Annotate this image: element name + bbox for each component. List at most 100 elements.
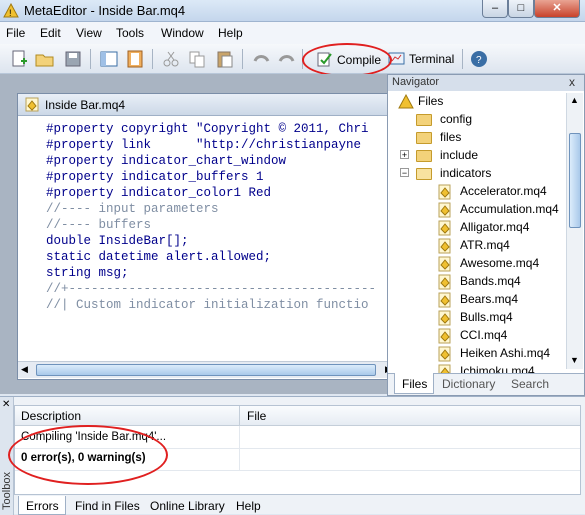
tree-folder-label: include — [440, 148, 479, 162]
help-icon[interactable]: ? — [468, 49, 490, 69]
tree-file-label: Bands.mq4 — [460, 274, 521, 288]
table-header: Description File — [15, 406, 580, 426]
editor-title-bar: Inside Bar.mq4 — [18, 94, 399, 116]
maximize-button[interactable]: □ — [508, 0, 534, 18]
tree-file-label: Accumulation.mq4 — [460, 202, 559, 216]
vertical-scroll-thumb[interactable] — [569, 133, 581, 228]
tree-file-label: Bulls.mq4 — [460, 310, 513, 324]
scroll-down-icon[interactable]: ▼ — [570, 355, 579, 365]
tree-file-label: Accelerator.mq4 — [460, 184, 547, 198]
menu-bar: File Edit View Tools Window Help — [0, 22, 585, 44]
mq4-file-icon — [25, 97, 39, 112]
svg-text:!: ! — [9, 8, 12, 18]
tree-file-label: Awesome.mq4 — [460, 256, 540, 270]
mq4-file-icon — [438, 292, 451, 308]
tree-folder-label: indicators — [440, 166, 492, 180]
code-line: #property indicator_color1 Red — [46, 186, 272, 200]
code-line: #property indicator_chart_window — [46, 154, 287, 168]
code-line: #property copyright "Copyright © 2011, C… — [46, 122, 369, 136]
cut-icon[interactable] — [160, 49, 182, 69]
code-line: string msg; — [46, 266, 129, 280]
minimize-button[interactable]: – — [482, 0, 508, 18]
navigator-panel: Navigator x Files config files + include… — [387, 74, 585, 396]
paste-icon[interactable] — [214, 49, 236, 69]
tree-folder-label: files — [440, 130, 462, 144]
open-folder-icon — [416, 168, 432, 180]
toolbar-separator — [152, 49, 153, 69]
tree-file-label: Heiken Ashi.mq4 — [460, 346, 551, 360]
undo-icon[interactable] — [250, 49, 272, 69]
tab-find-in-files[interactable]: Find in Files — [75, 499, 140, 513]
tree-file-label: Bears.mq4 — [460, 292, 519, 306]
tree-file-label: ATR.mq4 — [460, 238, 510, 252]
toolbox-toggle-icon[interactable] — [124, 49, 146, 69]
code-line: //---- input parameters — [46, 202, 219, 216]
tab-files[interactable]: Files — [402, 377, 427, 391]
toolbar-separator — [242, 49, 243, 69]
window-title: MetaEditor - Inside Bar.mq4 — [24, 3, 186, 18]
terminal-label[interactable]: Terminal — [409, 52, 454, 66]
expand-icon[interactable]: + — [400, 150, 409, 160]
copy-icon[interactable] — [186, 49, 208, 69]
compile-highlight-annotation — [302, 43, 392, 77]
mq4-file-icon — [438, 202, 451, 218]
menu-view[interactable]: View — [76, 26, 102, 40]
tab-search[interactable]: Search — [511, 377, 549, 391]
scroll-left-icon[interactable]: ◀ — [21, 364, 28, 375]
folder-icon — [416, 150, 432, 162]
column-description[interactable]: Description — [21, 409, 81, 423]
navigator-tabs: Files Dictionary Search — [388, 373, 584, 395]
menu-edit[interactable]: Edit — [40, 26, 61, 40]
close-button[interactable]: ✕ — [534, 0, 580, 18]
folder-icon — [416, 114, 432, 126]
tree-file-label: Alligator.mq4 — [460, 220, 530, 234]
mq4-file-icon — [438, 328, 451, 344]
code-line: //| Custom indicator initialization func… — [46, 298, 369, 312]
vertical-scrollbar[interactable]: ▲ ▼ — [566, 93, 583, 369]
toolbox-label: Toolbox — [0, 472, 13, 510]
svg-text:?: ? — [476, 55, 482, 66]
navigator-toggle-icon[interactable] — [98, 49, 120, 69]
scroll-up-icon[interactable]: ▲ — [570, 95, 579, 105]
code-line: static datetime alert.allowed; — [46, 250, 272, 264]
folder-icon — [416, 132, 432, 144]
tree-root-label: Files — [418, 94, 444, 108]
menu-file[interactable]: File — [6, 26, 25, 40]
code-line: //---- buffers — [46, 218, 152, 232]
redo-icon[interactable] — [276, 49, 298, 69]
tab-online-library[interactable]: Online Library — [150, 499, 225, 513]
code-editor[interactable]: #property copyright "Copyright © 2011, C… — [46, 121, 396, 353]
metaeditor-app-icon: ! — [3, 3, 19, 18]
horizontal-scrollbar[interactable]: ◀ ▶ — [18, 361, 399, 378]
editor-tab-title[interactable]: Inside Bar.mq4 — [45, 98, 125, 112]
menu-help[interactable]: Help — [218, 26, 243, 40]
menu-tools[interactable]: Tools — [116, 26, 144, 40]
tab-errors[interactable]: Errors — [26, 499, 59, 513]
toolbar-separator — [90, 49, 91, 69]
mq4-file-icon — [438, 238, 451, 254]
tab-dictionary[interactable]: Dictionary — [442, 377, 495, 391]
tree-folder-label: config — [440, 112, 473, 126]
code-line: double InsideBar[]; — [46, 234, 189, 248]
column-divider — [239, 406, 240, 426]
code-line: #property link "http://christianpayne — [46, 138, 362, 152]
code-line: #property indicator_buffers 1 — [46, 170, 264, 184]
title-bar: ! MetaEditor - Inside Bar.mq4 – □ ✕ — [0, 0, 585, 22]
toolbox-close-icon[interactable]: ✕ — [2, 399, 10, 410]
new-file-icon[interactable] — [8, 49, 30, 69]
navigator-header: Navigator x — [388, 75, 584, 91]
collapse-icon[interactable]: − — [400, 168, 409, 178]
mq4-file-icon — [438, 256, 451, 272]
open-folder-icon[interactable] — [34, 49, 56, 69]
navigator-close-button[interactable]: x — [569, 75, 575, 89]
tab-help[interactable]: Help — [236, 499, 261, 513]
menu-window[interactable]: Window — [161, 26, 204, 40]
toolbox-tabs: Errors Find in Files Online Library Help — [14, 496, 585, 515]
save-icon[interactable] — [62, 49, 84, 69]
toolbar-separator — [462, 49, 463, 69]
errors-highlight-annotation — [8, 425, 168, 485]
code-line: //+-------------------------------------… — [46, 282, 377, 296]
horizontal-scroll-thumb[interactable] — [36, 364, 376, 376]
navigator-title: Navigator — [392, 76, 440, 88]
column-file[interactable]: File — [247, 409, 266, 423]
